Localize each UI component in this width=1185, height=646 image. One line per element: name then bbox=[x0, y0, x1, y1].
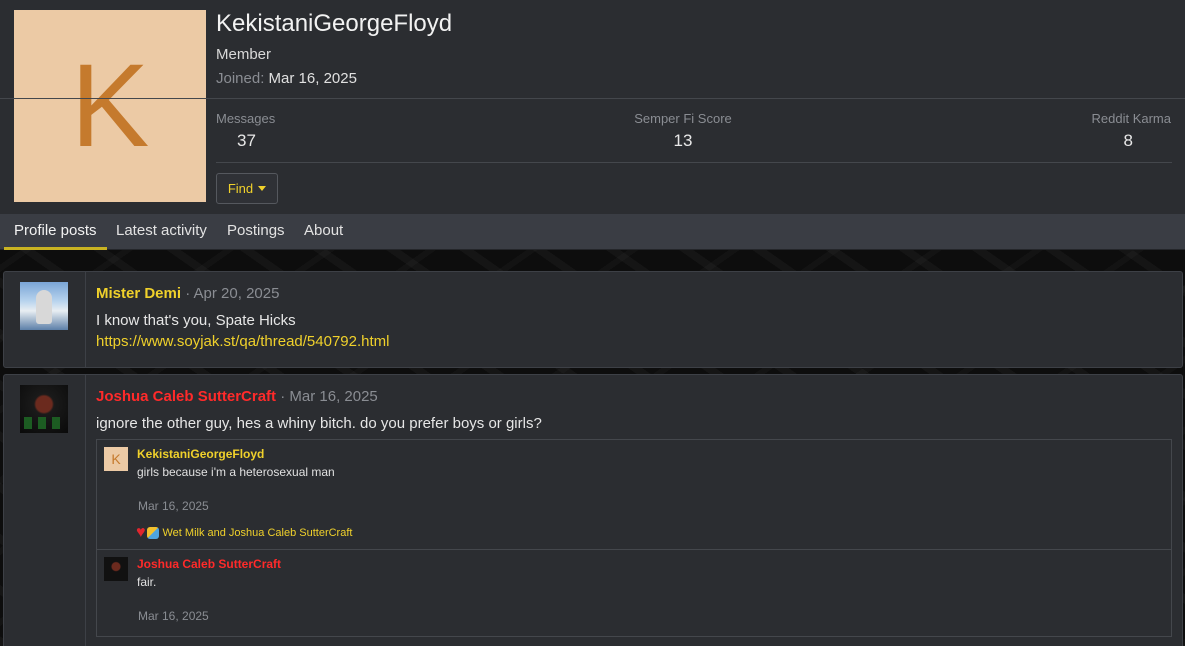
stat-label: Messages bbox=[216, 111, 276, 126]
stat-value: 37 bbox=[237, 131, 256, 150]
stat-label: Reddit Karma bbox=[1091, 111, 1171, 126]
find-button[interactable]: Find bbox=[216, 173, 278, 204]
puzzle-icon bbox=[146, 527, 159, 539]
post-author-line: Mister Demi · Apr 20, 2025 bbox=[96, 285, 279, 302]
profile-tabs: Profile posts Latest activity Postings A… bbox=[0, 214, 1185, 250]
reaction-users[interactable]: Wet Milk and Joshua Caleb SutterCraft bbox=[163, 527, 353, 539]
comment-author[interactable]: KekistaniGeorgeFloyd bbox=[137, 447, 264, 461]
stat-value: 8 bbox=[1123, 131, 1133, 150]
heart-icon: ♥ bbox=[136, 524, 146, 541]
profile-post: Joshua Caleb SutterCraft · Mar 16, 2025 … bbox=[3, 374, 1183, 646]
joined-label: Joined: bbox=[216, 70, 265, 87]
header-divider bbox=[0, 98, 1185, 99]
joined-info: Joined: Mar 16, 2025 bbox=[216, 70, 357, 87]
post-avatar-column bbox=[4, 375, 86, 646]
profile-username[interactable]: KekistaniGeorgeFloyd bbox=[216, 10, 452, 38]
post-body: ignore the other guy, hes a whiny bitch.… bbox=[96, 415, 542, 432]
avatar[interactable]: K bbox=[104, 447, 128, 471]
avatar[interactable] bbox=[20, 282, 68, 330]
avatar[interactable] bbox=[104, 557, 128, 581]
caret-down-icon bbox=[258, 186, 267, 191]
comment-date[interactable]: Mar 16, 2025 bbox=[138, 609, 209, 623]
profile-avatar[interactable]: K bbox=[14, 10, 206, 202]
comment-author[interactable]: Joshua Caleb SutterCraft bbox=[137, 557, 281, 571]
reaction-bar[interactable]: ♥ Wet Milk and Joshua Caleb SutterCraft bbox=[136, 525, 352, 541]
profile-post: Mister Demi · Apr 20, 2025 I know that's… bbox=[3, 271, 1183, 368]
comment-divider bbox=[97, 549, 1171, 550]
avatar-letter: K bbox=[111, 451, 121, 467]
post-date[interactable]: · Mar 16, 2025 bbox=[280, 388, 378, 405]
stats-divider bbox=[216, 162, 1172, 163]
post-author-name[interactable]: Mister Demi bbox=[96, 285, 181, 302]
comment-text: girls because i'm a heterosexual man bbox=[137, 465, 335, 479]
avatar[interactable] bbox=[20, 385, 68, 433]
profile-header: K KekistaniGeorgeFloyd Member Joined: Ma… bbox=[0, 0, 1185, 250]
comment-text: fair. bbox=[137, 575, 157, 589]
stat-semper-fi-score: Semper Fi Score 13 bbox=[600, 111, 766, 151]
comment-date[interactable]: Mar 16, 2025 bbox=[138, 499, 209, 513]
post-avatar-column bbox=[4, 272, 86, 367]
post-author-line: Joshua Caleb SutterCraft · Mar 16, 2025 bbox=[96, 388, 378, 405]
stat-messages[interactable]: Messages 37 bbox=[216, 111, 275, 151]
comments-list: K KekistaniGeorgeFloyd girls because i'm… bbox=[96, 439, 1172, 637]
post-body: I know that's you, Spate Hicks bbox=[96, 312, 296, 329]
tab-latest-activity[interactable]: Latest activity bbox=[116, 214, 207, 250]
tab-postings[interactable]: Postings bbox=[227, 214, 285, 250]
profile-user-title: Member bbox=[216, 46, 272, 63]
joined-date: Mar 16, 2025 bbox=[268, 70, 357, 87]
tab-about[interactable]: About bbox=[304, 214, 343, 250]
avatar-letter: K bbox=[70, 40, 150, 172]
post-link[interactable]: https://www.soyjak.st/qa/thread/540792.h… bbox=[96, 333, 390, 350]
post-date[interactable]: · Apr 20, 2025 bbox=[185, 285, 279, 302]
post-author-name[interactable]: Joshua Caleb SutterCraft bbox=[96, 388, 276, 405]
stat-value: 13 bbox=[673, 131, 693, 150]
find-label: Find bbox=[227, 181, 254, 196]
stat-reddit-karma: Reddit Karma 8 bbox=[1092, 111, 1171, 151]
tab-profile-posts[interactable]: Profile posts bbox=[4, 214, 107, 250]
stat-label: Semper Fi Score bbox=[634, 111, 732, 126]
